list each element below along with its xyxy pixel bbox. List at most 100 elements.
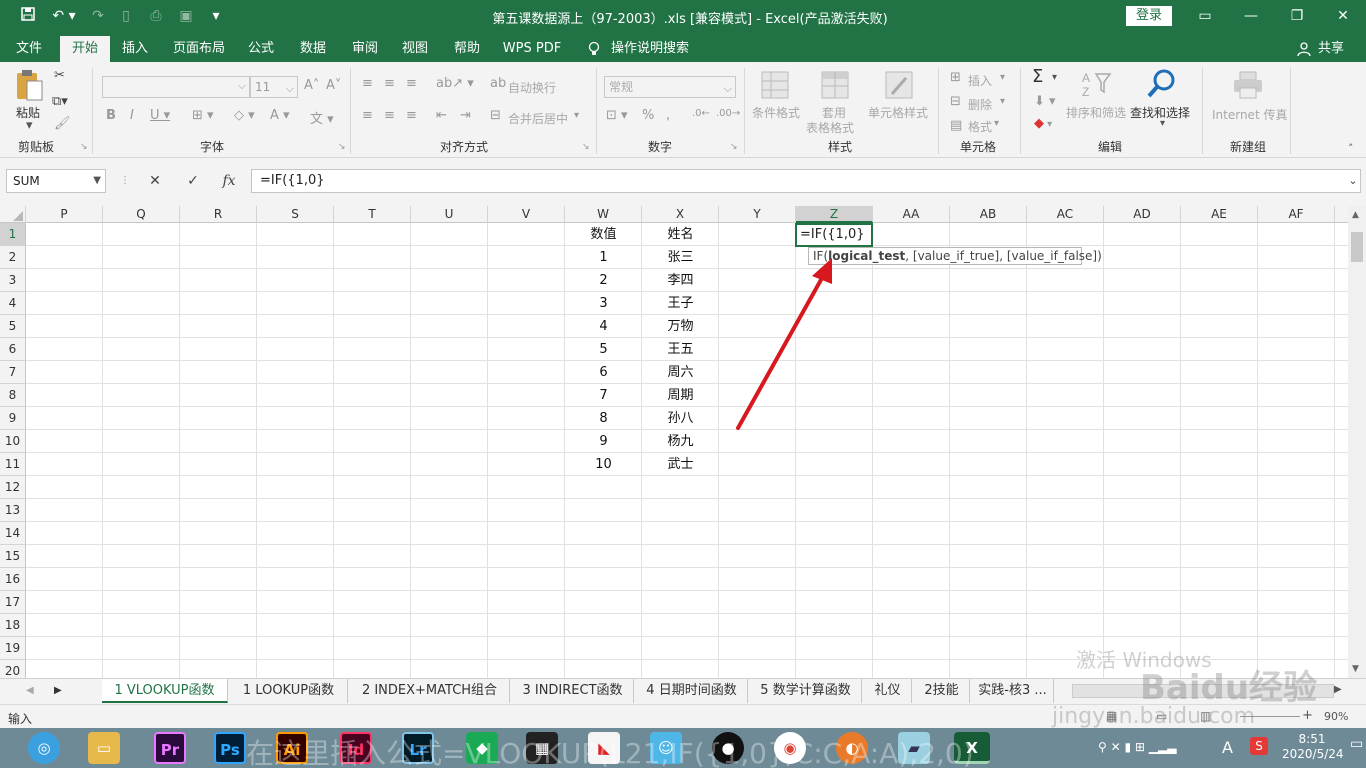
sheet-tab-indirect[interactable]: 3 INDIRECT函数 <box>512 679 634 703</box>
scroll-right-icon[interactable]: ▶ <box>1334 684 1342 695</box>
decrease-indent-icon[interactable]: ⇤ <box>436 108 447 123</box>
bold-icon[interactable]: B <box>106 108 116 123</box>
format-cells-icon[interactable]: ▤ <box>950 118 962 133</box>
tab-review[interactable]: 审阅 <box>344 36 386 62</box>
font-launcher-icon[interactable]: ↘ <box>338 142 346 152</box>
tell-me-search[interactable]: 操作说明搜索 <box>608 36 692 62</box>
print-preview-icon[interactable]: ⎙ <box>146 6 166 26</box>
sheet-tab-vlookup[interactable]: 1 VLOOKUP函数 <box>102 679 228 703</box>
enter-entry-button[interactable]: ✓ <box>182 170 204 192</box>
align-right-icon[interactable]: ≡ <box>406 108 417 123</box>
conditional-format-button[interactable]: 条件格式 <box>752 104 800 121</box>
open-file-icon[interactable]: ▣ <box>176 6 196 26</box>
photoshop-icon[interactable]: Ps <box>214 732 246 764</box>
clear-icon[interactable]: ◆ ▾ <box>1034 116 1052 131</box>
insert-cells-button[interactable]: 插入 <box>968 72 992 89</box>
insert-dropdown-icon[interactable]: ▾ <box>1000 72 1005 83</box>
ime-indicator[interactable]: A <box>1222 738 1233 757</box>
align-left-icon[interactable]: ≡ <box>362 108 373 123</box>
tab-file[interactable]: 文件 <box>8 36 50 62</box>
insert-function-button[interactable]: fx <box>218 170 240 192</box>
sort-filter-icon[interactable]: AZ <box>1080 68 1114 102</box>
wrap-text-button[interactable]: 自动换行 <box>508 79 556 96</box>
italic-icon[interactable]: I <box>130 108 134 123</box>
font-size-box[interactable]: 11 ⌵ <box>250 76 298 98</box>
system-clock[interactable]: 8:51 2020/5/24 <box>1282 732 1344 762</box>
format-dropdown-icon[interactable]: ▾ <box>994 118 999 129</box>
increase-decimal-icon[interactable]: .0← <box>692 108 710 119</box>
tab-formulas[interactable]: 公式 <box>240 36 282 62</box>
cell-style-button[interactable]: 单元格样式 <box>868 104 928 121</box>
align-center-icon[interactable]: ≡ <box>384 108 395 123</box>
sheet-tab-index-match[interactable]: 2 INDEX+MATCH组合 <box>350 679 510 703</box>
autosum-dropdown-icon[interactable]: ▾ <box>1052 72 1057 83</box>
sheet-tab-datetime[interactable]: 4 日期时间函数 <box>636 679 748 703</box>
sheet-tab-etiquette[interactable]: 礼仪 <box>864 679 912 703</box>
number-format-box[interactable]: 常规 ⌵ <box>604 76 736 98</box>
copy-icon[interactable]: ⧉▾ <box>52 94 68 109</box>
file-explorer-icon[interactable]: ▭ <box>88 732 120 764</box>
paste-icon[interactable] <box>14 68 48 102</box>
login-button[interactable]: 登录 <box>1126 6 1172 26</box>
number-launcher-icon[interactable]: ↘ <box>730 142 738 152</box>
alignment-launcher-icon[interactable]: ↘ <box>582 142 590 152</box>
sogou-icon[interactable]: S <box>1250 737 1268 755</box>
undo-icon[interactable]: ↶ ▾ <box>50 6 78 26</box>
close-icon[interactable]: ✕ <box>1328 4 1358 28</box>
sheet-tab-math[interactable]: 5 数学计算函数 <box>750 679 862 703</box>
cell-style-icon[interactable] <box>884 70 918 104</box>
tab-view[interactable]: 视图 <box>394 36 436 62</box>
name-box[interactable]: SUM ▼ <box>6 169 106 193</box>
delete-cells-icon[interactable]: ⊟ <box>950 94 961 109</box>
wrap-text-icon[interactable]: ab <box>490 76 506 91</box>
conditional-format-icon[interactable] <box>760 70 794 104</box>
tray-icons[interactable]: ⚲ ✕ ▮ ⊞ ▁▂▃ <box>1098 740 1176 754</box>
expand-formula-bar-icon[interactable]: ⌄ <box>1342 170 1364 192</box>
premiere-icon[interactable]: Pr <box>154 732 186 764</box>
fill-color-icon[interactable]: ◇ ▾ <box>234 108 255 123</box>
tab-wps-pdf[interactable]: WPS PDF <box>500 36 564 62</box>
internet-fax-button[interactable]: Internet 传真 <box>1212 106 1287 123</box>
restore-icon[interactable]: ❐ <box>1282 4 1312 28</box>
collapse-ribbon-icon[interactable]: ˄ <box>1348 142 1354 155</box>
currency-icon[interactable]: ⊡ ▾ <box>606 108 628 123</box>
tab-page-layout[interactable]: 页面布局 <box>166 36 232 62</box>
vertical-scrollbar[interactable]: ▲ ▼ <box>1348 206 1366 678</box>
ribbon-display-icon[interactable]: ▭ <box>1190 4 1220 28</box>
zoom-in-icon[interactable]: + <box>1302 708 1313 723</box>
next-sheet-icon[interactable]: ▶ <box>54 685 62 696</box>
percent-icon[interactable]: % <box>642 108 654 123</box>
merge-center-button[interactable]: 合并后居中 <box>508 110 568 127</box>
sheet-tab-practice[interactable]: 实践-核3 ... <box>972 679 1054 703</box>
table-format-icon[interactable] <box>820 70 854 104</box>
scroll-thumb[interactable] <box>1351 232 1363 262</box>
table-format-label-2[interactable]: 表格格式 <box>806 119 854 136</box>
prev-sheet-icon[interactable]: ◀ <box>26 685 34 696</box>
delete-cells-button[interactable]: 删除 <box>968 96 992 113</box>
sheet-tab-skills[interactable]: 2技能 <box>914 679 970 703</box>
notifications-icon[interactable]: ▭ <box>1350 736 1363 752</box>
tab-help[interactable]: 帮助 <box>446 36 488 62</box>
orientation-icon[interactable]: ab↗ ▾ <box>436 76 474 91</box>
fax-printer-icon[interactable] <box>1232 70 1266 104</box>
formula-input[interactable]: =IF({1,0} <box>251 169 1361 193</box>
font-color-icon[interactable]: A ▾ <box>270 108 290 123</box>
sort-filter-button[interactable]: 排序和筛选 <box>1066 104 1126 121</box>
comma-icon[interactable]: , <box>666 108 670 123</box>
phonetic-icon[interactable]: 文 ▾ <box>310 108 334 127</box>
find-search-icon[interactable] <box>1146 68 1180 102</box>
zoom-level[interactable]: 90% <box>1324 710 1348 723</box>
new-file-icon[interactable]: ▯ <box>116 6 136 26</box>
autosum-icon[interactable]: Σ <box>1032 66 1043 87</box>
scroll-up-icon[interactable]: ▲ <box>1352 210 1359 220</box>
border-icon[interactable]: ⊞ ▾ <box>192 108 214 123</box>
align-top-icon[interactable]: ≡ <box>362 76 373 91</box>
decrease-font-icon[interactable]: A˅ <box>326 78 341 93</box>
clipboard-launcher-icon[interactable]: ↘ <box>80 142 88 152</box>
format-painter-icon[interactable]: 🖌 <box>54 116 71 131</box>
redo-icon[interactable]: ↷ <box>88 6 108 26</box>
customize-quick-access-icon[interactable]: ▾ <box>206 6 226 26</box>
cut-icon[interactable]: ✂ <box>54 68 65 83</box>
increase-indent-icon[interactable]: ⇥ <box>460 108 471 123</box>
minimize-icon[interactable]: — <box>1236 4 1266 28</box>
